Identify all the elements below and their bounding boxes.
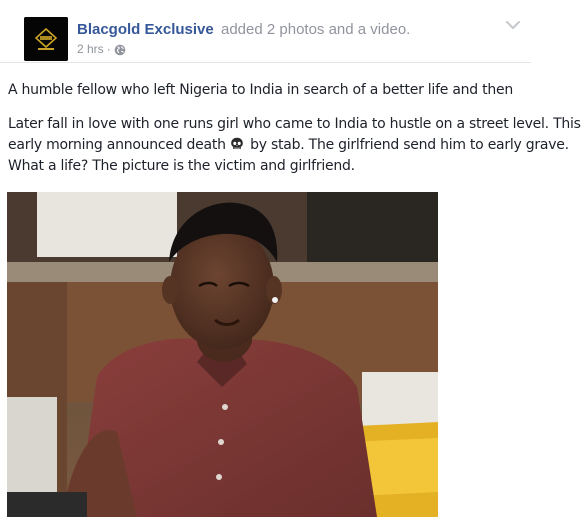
post-text-line-2: Later fall in love with one runs girl wh… [8, 114, 584, 177]
post-text-line-1: A humble fellow who left Nigeria to Indi… [8, 82, 513, 98]
meta-separator: · [106, 42, 111, 56]
post-timestamp[interactable]: 2 hrs [77, 42, 104, 57]
page-avatar[interactable] [24, 17, 68, 61]
chevron-down-icon[interactable] [505, 19, 521, 31]
skull-icon [231, 137, 243, 149]
post-meta: 2 hrs · [77, 42, 126, 57]
man-photo-image [7, 192, 438, 517]
globe-icon[interactable] [114, 44, 126, 56]
post-header: Blacgold Exclusive added 2 photos and a … [0, 0, 531, 63]
post-photo[interactable] [7, 192, 438, 517]
blacgold-logo [24, 17, 68, 61]
post-action-text: added 2 photos and a video. [221, 21, 411, 38]
author-name-link[interactable]: Blacgold Exclusive [77, 21, 214, 39]
